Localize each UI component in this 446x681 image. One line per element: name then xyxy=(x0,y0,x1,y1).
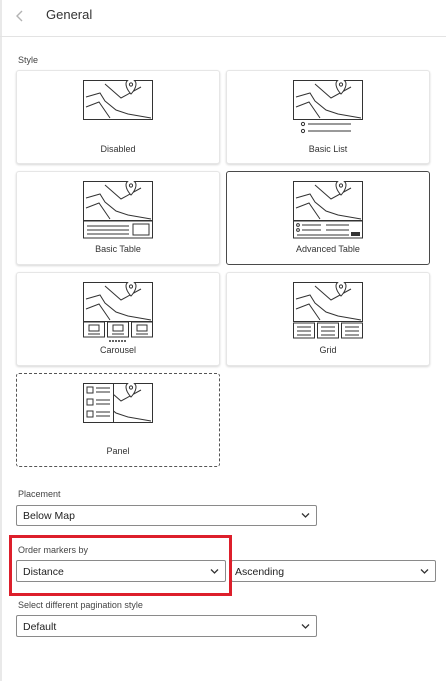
map-carousel-thumbnail-icon xyxy=(83,282,153,342)
pagination-style-select[interactable]: Default xyxy=(16,615,317,637)
panel-header: General xyxy=(0,0,446,37)
style-option-advanced-table[interactable]: Advanced Table xyxy=(226,171,430,265)
map-thumbnail-icon xyxy=(83,80,153,120)
map-list-thumbnail-icon xyxy=(293,80,363,134)
style-option-panel[interactable]: Panel xyxy=(16,373,220,467)
order-markers-label: Order markers by xyxy=(18,545,89,555)
placement-select-value: Below Map xyxy=(23,510,75,522)
map-advanced-table-thumbnail-icon xyxy=(293,181,363,239)
chevron-down-icon xyxy=(301,513,310,518)
style-option-basic-list[interactable]: Basic List xyxy=(226,70,430,164)
style-option-label: Advanced Table xyxy=(296,244,360,254)
order-markers-field-select[interactable]: Distance xyxy=(16,560,226,582)
style-option-label: Grid xyxy=(319,345,337,355)
style-option-grid[interactable]: Grid xyxy=(226,272,430,366)
style-section-label: Style xyxy=(18,55,39,65)
chevron-down-icon xyxy=(420,569,429,574)
pagination-label: Select different pagination style xyxy=(18,600,143,610)
chevron-left-icon[interactable] xyxy=(12,8,28,24)
map-panel-thumbnail-icon xyxy=(83,383,153,423)
order-markers-direction-value: Ascending xyxy=(235,566,285,578)
order-markers-field-value: Distance xyxy=(23,566,64,578)
style-option-basic-table[interactable]: Basic Table xyxy=(16,171,220,265)
placement-select[interactable]: Below Map xyxy=(16,505,317,526)
style-option-label: Carousel xyxy=(99,345,137,355)
chevron-down-icon xyxy=(301,624,310,629)
style-option-disabled[interactable]: Disabled xyxy=(16,70,220,164)
panel-title: General xyxy=(46,7,93,22)
pagination-select-value: Default xyxy=(23,621,57,633)
style-option-carousel[interactable]: Carousel xyxy=(16,272,220,366)
style-option-label: Disabled xyxy=(100,144,136,154)
style-option-label: Basic Table xyxy=(95,244,141,254)
chevron-down-icon xyxy=(210,569,219,574)
style-option-label: Basic List xyxy=(308,144,348,154)
left-edge-divider xyxy=(0,0,2,681)
map-table-thumbnail-icon xyxy=(83,181,153,239)
order-markers-direction-select[interactable]: Ascending xyxy=(231,560,436,582)
map-grid-thumbnail-icon xyxy=(293,282,363,339)
placement-label: Placement xyxy=(18,489,61,499)
style-option-label: Panel xyxy=(106,446,130,456)
